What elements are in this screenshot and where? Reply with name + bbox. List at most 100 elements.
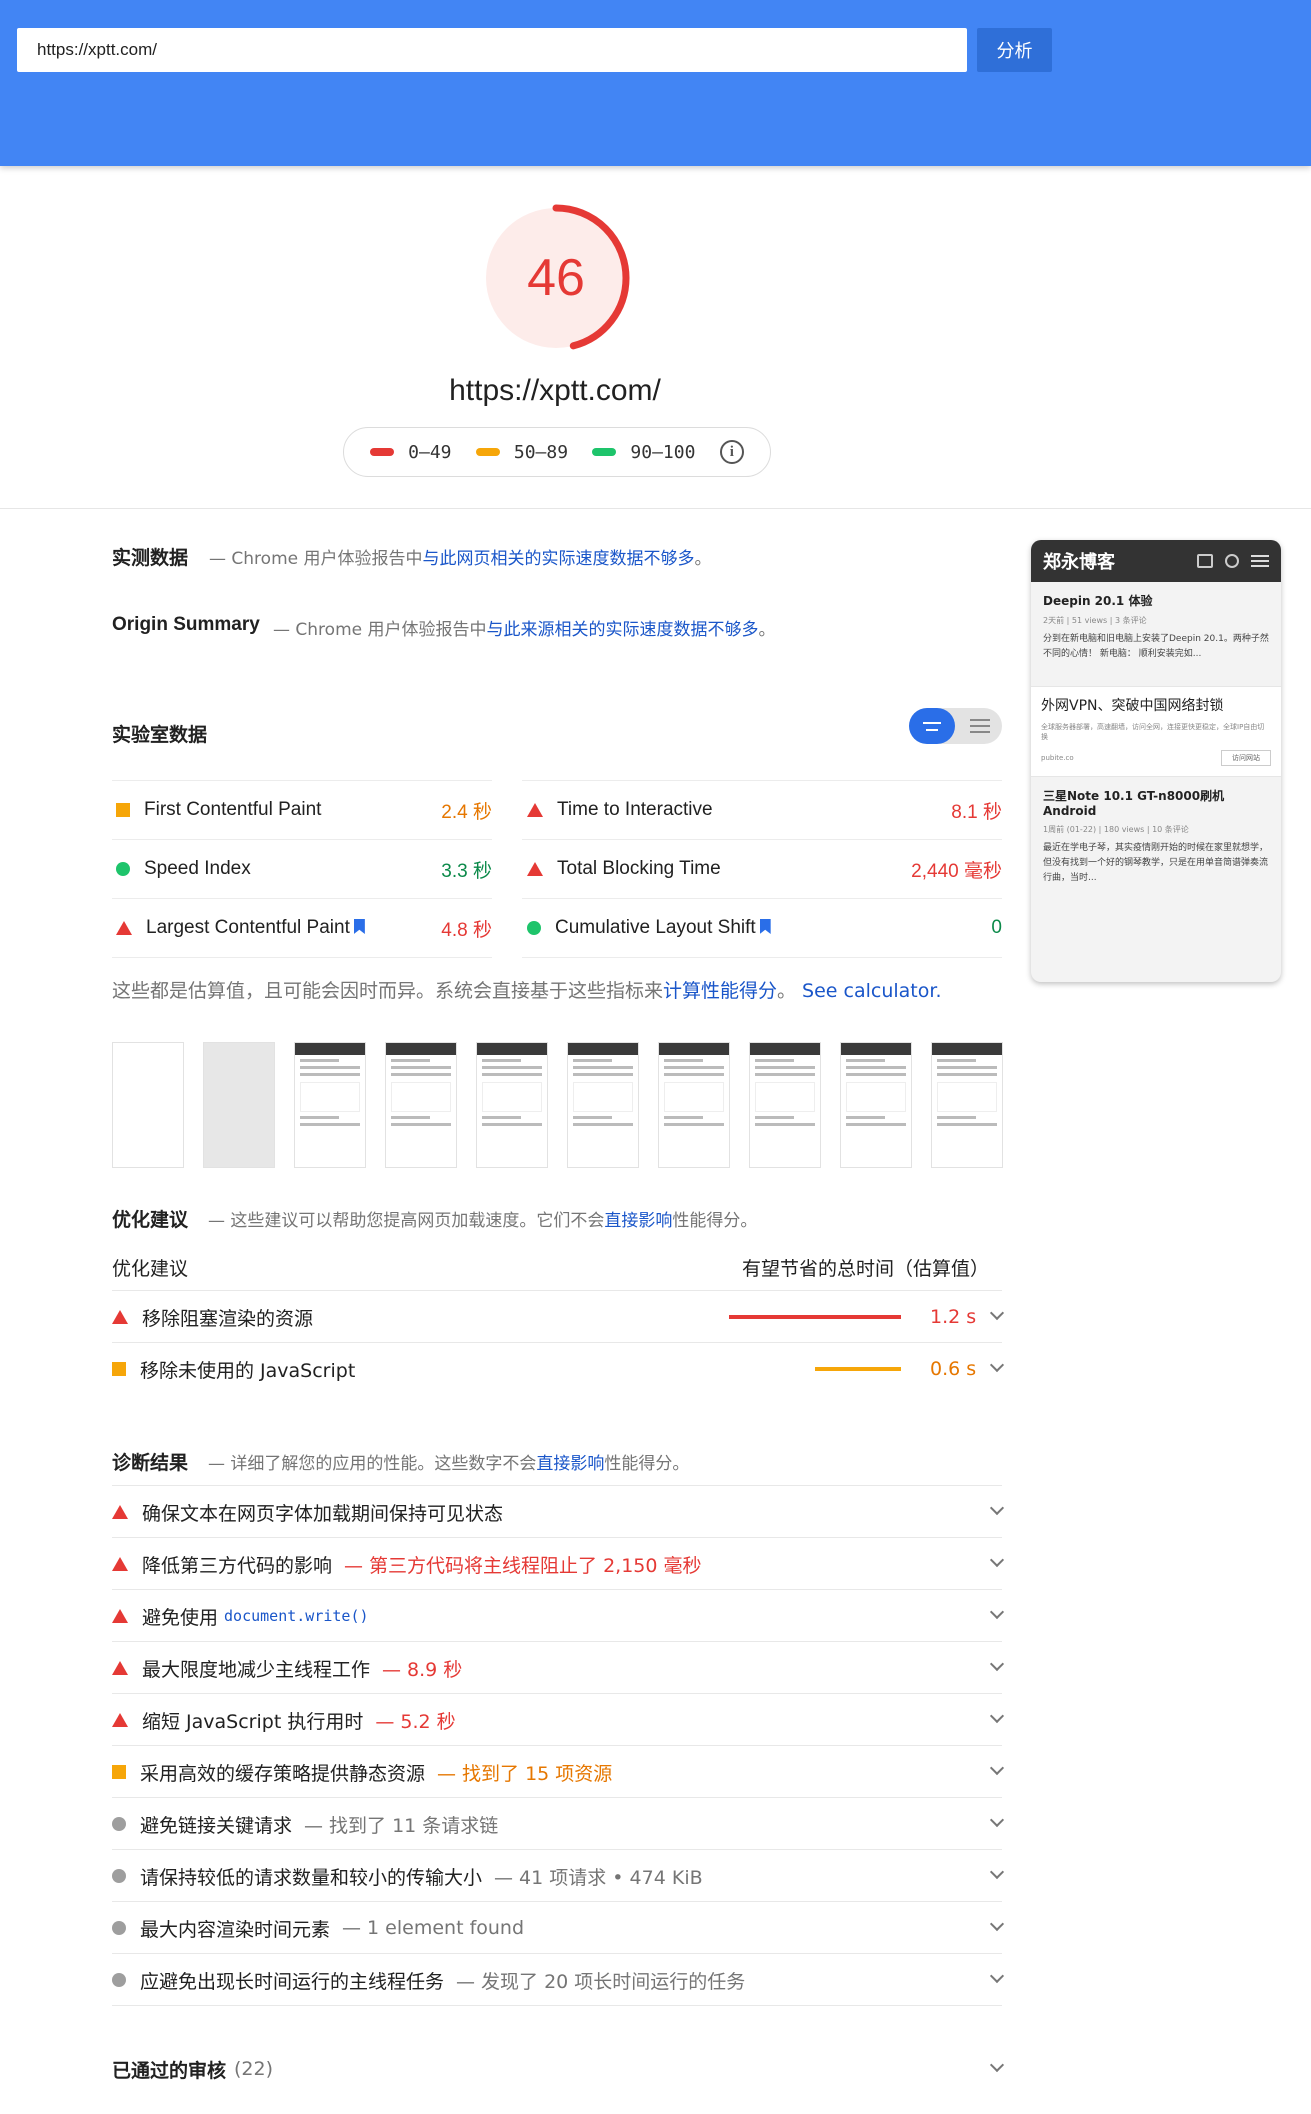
- menu-icon: [1251, 555, 1269, 567]
- toggle-bar: [923, 721, 941, 724]
- diagnostic-row[interactable]: 应避免出现长时间运行的主线程任务 — 发现了 20 项长时间运行的任务: [112, 1954, 1005, 2006]
- warning-triangle-icon: [112, 1505, 128, 1519]
- opportunity-row[interactable]: 移除阻塞渲染的资源 1.2 s: [112, 1291, 1005, 1343]
- final-screenshot: 郑永博客 Deepin 20.1 体验 2天前 | 51 views | 3 条…: [1031, 540, 1281, 982]
- toggle-expanded-view[interactable]: [957, 708, 1002, 744]
- screenshot-post-title: 三星Note 10.1 GT-n8000刷机Android: [1043, 789, 1225, 818]
- diagnostic-row[interactable]: 确保文本在网页字体加载期间保持可见状态: [112, 1486, 1005, 1538]
- metric-cls: Cumulative Layout Shift 0: [527, 899, 1002, 957]
- opportunities-desc-suffix: 性能得分。: [672, 1211, 758, 1231]
- passed-audits-title: 已通过的审核: [112, 2059, 227, 2082]
- metric-tbt: Total Blocking Time 2,440 毫秒: [527, 840, 1002, 898]
- chevron-down-icon[interactable]: [989, 1656, 1005, 1672]
- passed-audits-count: (22): [234, 2058, 274, 2080]
- warning-triangle-icon: [112, 1661, 128, 1675]
- filmstrip-frame: [749, 1042, 821, 1168]
- screenshot-body: Deepin 20.1 体验 2天前 | 51 views | 3 条评论 分到…: [1031, 582, 1281, 672]
- diagnostics-desc: — 详细了解您的应用的性能。这些数字不会直接影响性能得分。: [208, 1449, 689, 1474]
- legend-bad-pill: [370, 448, 395, 456]
- diagnostic-row[interactable]: 采用高效的缓存策略提供静态资源 — 找到了 15 项资源: [112, 1746, 1005, 1798]
- url-input[interactable]: [17, 28, 967, 72]
- screenshot-post-title: Deepin 20.1 体验: [1043, 594, 1153, 608]
- chevron-down-icon[interactable]: [989, 1864, 1005, 1880]
- screenshot-ad-tag: pubite.co: [1041, 754, 1074, 762]
- info-circle-icon: [112, 1921, 126, 1935]
- field-data-desc-suffix: 。: [694, 549, 712, 569]
- estimate-note: 这些都是估算值，且可能会因时而异。系统会直接基于这些指标来计算性能得分。 See …: [112, 976, 942, 1003]
- chevron-down-icon[interactable]: [989, 1916, 1005, 1932]
- chevron-down-icon[interactable]: [989, 1305, 1005, 1321]
- comment-icon: [1197, 554, 1213, 568]
- direct-impact-link[interactable]: 直接影响: [604, 1211, 672, 1231]
- opportunity-row[interactable]: 移除未使用的 JavaScript 0.6 s: [112, 1343, 1005, 1395]
- field-data-link[interactable]: 与此网页相关的实际速度数据不够多: [423, 549, 695, 569]
- chevron-down-icon[interactable]: [989, 1760, 1005, 1776]
- warning-triangle-icon: [112, 1609, 128, 1623]
- diagnostic-row[interactable]: 避免使用 document.write(): [112, 1590, 1005, 1642]
- bookmark-icon: [759, 919, 771, 934]
- legend-bad: 0–49: [370, 442, 452, 463]
- diagnostics-title: 诊断结果: [112, 1453, 189, 1474]
- diagnostic-row[interactable]: 缩短 JavaScript 执行用时 — 5.2 秒: [112, 1694, 1005, 1746]
- toggle-bar: [969, 725, 990, 727]
- analyze-button[interactable]: 分析: [977, 28, 1052, 72]
- score-gauge: 46: [478, 200, 634, 356]
- metric-value: 0: [991, 917, 1002, 938]
- diagnostic-row[interactable]: 降低第三方代码的影响 — 第三方代码将主线程阻止了 2,150 毫秒: [112, 1538, 1005, 1590]
- legend-good-pill: [592, 448, 617, 456]
- chevron-down-icon[interactable]: [989, 1357, 1005, 1373]
- metric-lcp: Largest Contentful Paint 4.8 秒: [116, 899, 492, 957]
- score-value: 46: [527, 249, 585, 307]
- filmstrip-frame: [112, 1042, 184, 1168]
- toggle-bar: [969, 731, 990, 733]
- diagnostic-label: 降低第三方代码的影响: [142, 1554, 333, 1577]
- diagnostic-label: 缩短 JavaScript 执行用时: [142, 1710, 364, 1733]
- chevron-down-icon[interactable]: [989, 1968, 1005, 1984]
- average-square-icon: [116, 803, 130, 817]
- toggle-bar: [969, 719, 990, 721]
- lab-data-title: 实验室数据: [112, 725, 208, 746]
- diagnostic-detail: — 找到了 11 条请求链: [304, 1814, 499, 1837]
- calculate-score-link[interactable]: 计算性能得分: [663, 980, 777, 1002]
- screenshot-ad: 外网VPN、突破中国网络封锁 全球服务器部署，高速翻墙，访问全网，连接更快更稳定…: [1031, 686, 1281, 777]
- diagnostic-row[interactable]: 请保持较低的请求数量和较小的传输大小 — 41 项请求 • 474 KiB: [112, 1850, 1005, 1902]
- toggle-compact-view[interactable]: [909, 708, 955, 744]
- warning-triangle-icon: [527, 803, 543, 817]
- diagnostics-desc-suffix: 性能得分。: [604, 1454, 690, 1474]
- opportunities-desc: — 这些建议可以帮助您提高网页加载速度。它们不会直接影响性能得分。: [208, 1206, 757, 1231]
- chevron-down-icon[interactable]: [989, 1708, 1005, 1724]
- diagnostic-row[interactable]: 最大内容渲染时间元素 — 1 element found: [112, 1902, 1005, 1954]
- chevron-down-icon[interactable]: [989, 2057, 1005, 2073]
- screenshot-post-text: 分到在新电脑和旧电脑上安装了Deepin 20.1。两种子然不同的心情！ 新电脑…: [1043, 634, 1269, 659]
- chevron-down-icon[interactable]: [989, 1604, 1005, 1620]
- metric-divider: [522, 957, 1002, 958]
- chevron-down-icon[interactable]: [989, 1812, 1005, 1828]
- bookmark-icon: [353, 919, 365, 934]
- metric-label: Cumulative Layout Shift: [541, 917, 991, 939]
- average-square-icon: [112, 1362, 126, 1376]
- screenshot-body-2: 三星Note 10.1 GT-n8000刷机Android 1周前 (01-22…: [1031, 777, 1281, 896]
- warning-triangle-icon: [112, 1557, 128, 1571]
- info-circle-icon: [112, 1869, 126, 1883]
- info-icon[interactable]: i: [719, 440, 744, 464]
- chevron-down-icon[interactable]: [989, 1552, 1005, 1568]
- diagnostic-detail: — 5.2 秒: [375, 1710, 456, 1733]
- search-icon: [1225, 554, 1239, 568]
- origin-summary-desc-suffix: 。: [758, 620, 776, 640]
- filmstrip-frame: [294, 1042, 366, 1168]
- origin-summary-desc: — Chrome 用户体验报告中与此来源相关的实际速度数据不够多。: [273, 615, 776, 640]
- diagnostic-row[interactable]: 最大限度地减少主线程工作 — 8.9 秒: [112, 1642, 1005, 1694]
- metric-view-toggle[interactable]: [909, 708, 1002, 744]
- diagnostic-row[interactable]: 避免链接关键请求 — 找到了 11 条请求链: [112, 1798, 1005, 1850]
- divider: [0, 508, 1311, 509]
- see-calculator-link[interactable]: See calculator.: [802, 980, 941, 1002]
- chevron-down-icon[interactable]: [989, 1500, 1005, 1516]
- diagnostic-detail: — 1 element found: [342, 1917, 525, 1939]
- metric-value: 2.4 秒: [441, 801, 492, 823]
- origin-summary-link[interactable]: 与此来源相关的实际速度数据不够多: [487, 620, 759, 640]
- passed-audits-header[interactable]: 已通过的审核 (22): [112, 2043, 1005, 2095]
- average-square-icon: [112, 1765, 126, 1779]
- direct-impact-link[interactable]: 直接影响: [536, 1454, 604, 1474]
- metric-label-text: Cumulative Layout Shift: [555, 917, 756, 938]
- filmstrip-frame: [385, 1042, 457, 1168]
